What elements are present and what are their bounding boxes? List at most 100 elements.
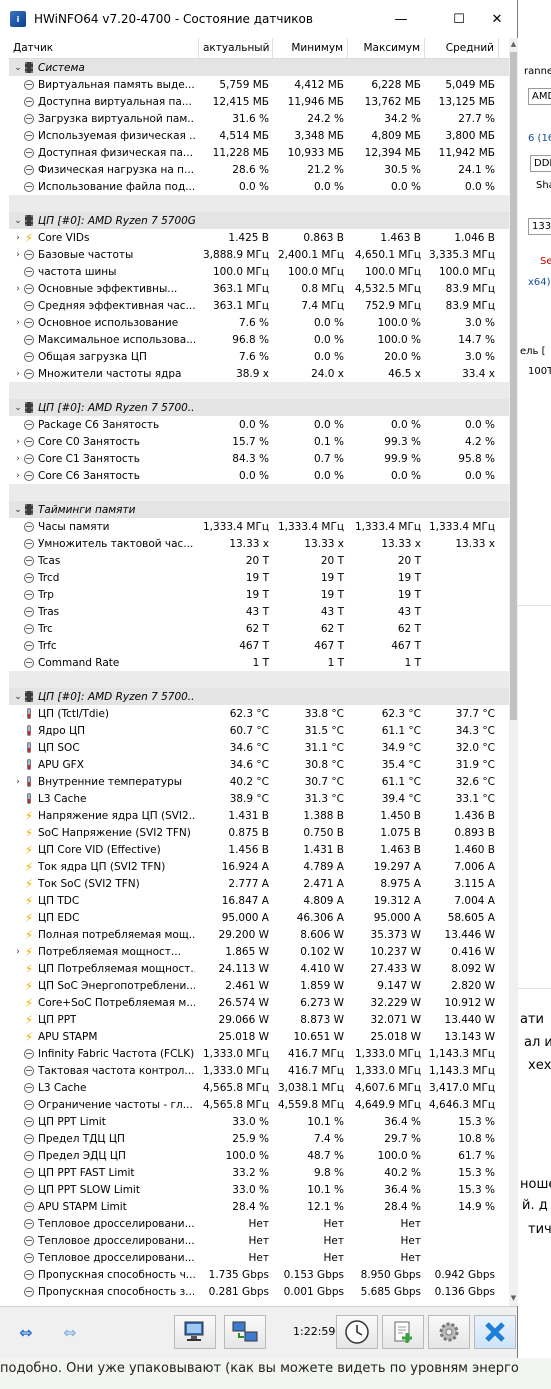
column-header-min[interactable]: Минимум bbox=[273, 38, 348, 58]
sensor-row[interactable]: › Core C6 Занятость 0.0 % 0.0 % 0.0 % 0.0 % bbox=[9, 467, 509, 484]
sensor-row[interactable]: Загрузка виртуальной пам... 31.6 % 24.2 % 3… bbox=[9, 110, 509, 127]
chevron-right-icon[interactable]: › bbox=[13, 250, 23, 260]
sensor-row[interactable]: Общая загрузка ЦП 7.6 % 0.0 % 20.0 % 3.0 % bbox=[9, 348, 509, 365]
column-header-current[interactable]: актуальный bbox=[199, 38, 273, 58]
title-bar[interactable]: i HWiNFO64 v7.20-4700 - Состояние датчик… bbox=[0, 0, 517, 38]
sensor-row[interactable]: ⚡ Напряжение ядра ЦП (SVI2... 1.431 В 1.388… bbox=[9, 807, 509, 824]
sensor-row[interactable]: › Базовые частоты 3,888.9 МГц 2,400.1 МГц 4,… bbox=[9, 246, 509, 263]
sensor-row[interactable]: Часы памяти 1,333.4 МГц 1,333.4 МГц 1,333.4… bbox=[9, 518, 509, 535]
sensor-row[interactable]: › ⚡ Потребляемая мощност... 1.865 W 0.102 W 1… bbox=[9, 943, 509, 960]
sensor-group-row[interactable]: ⌄ ЦП [#0]: AMD Ryzen 7 5700G bbox=[9, 212, 509, 229]
sensor-row[interactable]: › ⚡ Core VIDs 1.425 В 0.863 В 1.463 В 1.046 В bbox=[9, 229, 509, 246]
sensor-row[interactable]: Command Rate 1 T 1 T 1 T bbox=[9, 654, 509, 671]
sensor-row[interactable]: Тепловое дросселировани... Нет Нет Нет bbox=[9, 1249, 509, 1266]
sensor-row[interactable]: Виртуальная память выде... 5,759 МБ 4,412 … bbox=[9, 76, 509, 93]
chevron-down-icon[interactable]: ⌄ bbox=[13, 63, 23, 73]
sensor-row[interactable]: Пропускная способность з... 0.281 Gbps 0.0… bbox=[9, 1283, 509, 1300]
sensor-row[interactable]: Package C6 Занятость 0.0 % 0.0 % 0.0 % 0.0 % bbox=[9, 416, 509, 433]
chevron-right-icon[interactable]: › bbox=[13, 318, 23, 328]
nav-left-button[interactable]: ⇔ bbox=[6, 1315, 46, 1349]
connect-button[interactable] bbox=[224, 1315, 266, 1349]
vertical-scrollbar[interactable]: ▲ ▼ bbox=[509, 38, 518, 1306]
sensor-row[interactable]: ЦП PPT FAST Limit 33.2 % 9.8 % 40.2 % 15.3 % bbox=[9, 1164, 509, 1181]
chevron-right-icon[interactable]: › bbox=[13, 233, 23, 243]
clock-button[interactable] bbox=[336, 1315, 378, 1349]
nav-right-button[interactable]: ⇔ bbox=[50, 1315, 90, 1349]
column-header-max[interactable]: Максимум bbox=[348, 38, 425, 58]
sensor-row[interactable]: ЦП PPT SLOW Limit 33.0 % 10.1 % 36.4 % 15.3 … bbox=[9, 1181, 509, 1198]
sensor-row[interactable]: Тепловое дросселировани... Нет Нет Нет bbox=[9, 1232, 509, 1249]
scroll-down-arrow-icon[interactable]: ▼ bbox=[509, 1294, 518, 1304]
sensor-row[interactable]: ⚡ SoC Напряжение (SVI2 TFN) 0.875 В 0.750 В… bbox=[9, 824, 509, 841]
sensor-row[interactable]: Trp 19 T 19 T 19 T bbox=[9, 586, 509, 603]
sensor-row[interactable]: Максимальное использова... 96.8 % 0.0 % 100… bbox=[9, 331, 509, 348]
sensor-row[interactable]: Умножитель тактовой час... 13.33 x 13.33 x… bbox=[9, 535, 509, 552]
sensor-row[interactable]: ⚡ Ток ядра ЦП (SVI2 TFN) 16.924 A 4.789 A 19… bbox=[9, 858, 509, 875]
chevron-right-icon[interactable]: › bbox=[13, 454, 23, 464]
sensor-row[interactable]: › Множители частоты ядра 38.9 x 24.0 x 46.5 … bbox=[9, 365, 509, 382]
sensor-row[interactable]: Тактовая частота контрол... 1,333.0 МГц 41… bbox=[9, 1062, 509, 1079]
chevron-right-icon[interactable]: › bbox=[13, 947, 23, 957]
sensor-row[interactable]: Используемая физическая ... 4,514 МБ 3,348… bbox=[9, 127, 509, 144]
column-header-avg[interactable]: Средний bbox=[425, 38, 499, 58]
sensor-row[interactable]: ЦП PPT Limit 33.0 % 10.1 % 36.4 % 15.3 % bbox=[9, 1113, 509, 1130]
network-button[interactable] bbox=[174, 1315, 216, 1349]
sensor-row[interactable]: Использование файла под... 0.0 % 0.0 % 0.0 … bbox=[9, 178, 509, 195]
sensor-row[interactable]: Доступная физическая па... 11,228 МБ 10,93… bbox=[9, 144, 509, 161]
settings-button[interactable] bbox=[428, 1315, 470, 1349]
sensor-row[interactable]: частота шины 100.0 МГц 100.0 МГц 100.0 МГц 1… bbox=[9, 263, 509, 280]
add-report-button[interactable] bbox=[382, 1315, 424, 1349]
sensor-row[interactable]: ⚡ ЦП TDC 16.847 A 4.809 A 19.312 A 7.004 A bbox=[9, 892, 509, 909]
chevron-down-icon[interactable]: ⌄ bbox=[13, 692, 23, 702]
sensor-row[interactable]: Предел ЭДЦ ЦП 100.0 % 48.7 % 100.0 % 61.7 % bbox=[9, 1147, 509, 1164]
sensor-row[interactable]: › Основные эффективны... 363.1 МГц 0.8 МГц 4… bbox=[9, 280, 509, 297]
sensor-group-row[interactable]: ⌄ Тайминги памяти bbox=[9, 501, 509, 518]
sensor-row[interactable]: ⚡ Core+SoC Потребляемая м... 26.574 W 6.273… bbox=[9, 994, 509, 1011]
sensor-row[interactable]: Доступна виртуальная па... 12,415 МБ 11,94… bbox=[9, 93, 509, 110]
sensor-row[interactable]: Предел ТДЦ ЦП 25.9 % 7.4 % 29.7 % 10.8 % bbox=[9, 1130, 509, 1147]
sensor-row[interactable]: ⚡ ЦП Core VID (Effective) 1.456 В 1.431 В 1.… bbox=[9, 841, 509, 858]
sensor-row[interactable]: L3 Cache 38.9 °C 31.3 °C 39.4 °C 33.1 °C bbox=[9, 790, 509, 807]
scrollbar-thumb[interactable] bbox=[510, 52, 517, 720]
sensor-row[interactable]: ⚡ Полная потребляемая мощ... 29.200 W 8.606… bbox=[9, 926, 509, 943]
sensor-row[interactable]: Физическая нагрузка на п... 28.6 % 21.2 % 3… bbox=[9, 161, 509, 178]
sensor-row[interactable]: ЦП (Tctl/Tdie) 62.3 °C 33.8 °C 62.3 °C 37.7 … bbox=[9, 705, 509, 722]
sensor-row[interactable]: › Core C1 Занятость 84.3 % 0.7 % 99.9 % 95.8 … bbox=[9, 450, 509, 467]
chevron-down-icon[interactable]: ⌄ bbox=[13, 505, 23, 515]
sensor-row[interactable]: Тепловое дросселировани... Нет Нет Нет bbox=[9, 1215, 509, 1232]
sensor-row[interactable]: ⚡ Ток SoC (SVI2 TFN) 2.777 A 2.471 A 8.975 A… bbox=[9, 875, 509, 892]
sensor-row[interactable]: Tcas 20 T 20 T 20 T bbox=[9, 552, 509, 569]
chevron-right-icon[interactable]: › bbox=[13, 284, 23, 294]
sensor-row[interactable]: Trc 62 T 62 T 62 T bbox=[9, 620, 509, 637]
sensor-row[interactable]: Tras 43 T 43 T 43 T bbox=[9, 603, 509, 620]
chevron-down-icon[interactable]: ⌄ bbox=[13, 216, 23, 226]
sensor-row[interactable]: Trcd 19 T 19 T 19 T bbox=[9, 569, 509, 586]
sensor-row[interactable]: ⚡ ЦП Потребляемая мощност... 24.113 W 4.410… bbox=[9, 960, 509, 977]
sensor-row[interactable]: Trfc 467 T 467 T 467 T bbox=[9, 637, 509, 654]
sensor-row[interactable]: ⚡ ЦП EDC 95.000 A 46.306 A 95.000 A 58.605 A bbox=[9, 909, 509, 926]
sensor-row[interactable]: APU STAPM Limit 28.4 % 12.1 % 28.4 % 14.9 % bbox=[9, 1198, 509, 1215]
sensor-row[interactable]: › Основное использование 7.6 % 0.0 % 100.0 %… bbox=[9, 314, 509, 331]
sensor-row[interactable]: L3 Cache 4,565.8 МГц 3,038.1 МГц 4,607.6 МГ… bbox=[9, 1079, 509, 1096]
scroll-up-arrow-icon[interactable]: ▲ bbox=[509, 40, 518, 50]
sensor-group-row[interactable]: ⌄ ЦП [#0]: AMD Ryzen 7 5700... bbox=[9, 399, 509, 416]
chevron-right-icon[interactable]: › bbox=[13, 437, 23, 447]
sensor-row[interactable]: › Core C0 Занятость 15.7 % 0.1 % 99.3 % 4.2 % bbox=[9, 433, 509, 450]
chevron-right-icon[interactable]: › bbox=[13, 777, 23, 787]
sensor-row[interactable]: ⚡ ЦП SoC Энергопотреблени... 2.461 W 1.859 … bbox=[9, 977, 509, 994]
sensor-row[interactable]: Infinity Fabric Частота (FCLK) 1,333.0 МГ… bbox=[9, 1045, 509, 1062]
sensor-row[interactable]: ЦП SOC 34.6 °C 31.1 °C 34.9 °C 32.0 °C bbox=[9, 739, 509, 756]
sensor-row[interactable]: › Внутренние температуры 40.2 °C 30.7 °C 61.… bbox=[9, 773, 509, 790]
sensor-group-row[interactable]: ⌄ ЦП [#0]: AMD Ryzen 7 5700... bbox=[9, 688, 509, 705]
minimize-button[interactable]: — bbox=[378, 0, 424, 38]
sensor-row[interactable]: Средняя эффективная час... 363.1 МГц 7.4 М… bbox=[9, 297, 509, 314]
chevron-down-icon[interactable]: ⌄ bbox=[13, 403, 23, 413]
sensor-row[interactable]: APU GFX 34.6 °C 30.8 °C 35.4 °C 31.9 °C bbox=[9, 756, 509, 773]
chevron-right-icon[interactable]: › bbox=[13, 369, 23, 379]
sensor-group-row[interactable]: ⌄ Система bbox=[9, 59, 509, 76]
close-window-button[interactable]: ✕ bbox=[474, 0, 520, 38]
sensor-row[interactable]: Ограничение частоты - гл... 4,565.8 МГц 4,… bbox=[9, 1096, 509, 1113]
sensor-row[interactable]: ⚡ APU STAPM 25.018 W 10.651 W 25.018 W 13.143… bbox=[9, 1028, 509, 1045]
sensor-row[interactable]: ⚡ ЦП PPT 29.066 W 8.873 W 32.071 W 13.440 W bbox=[9, 1011, 509, 1028]
chevron-right-icon[interactable]: › bbox=[13, 471, 23, 481]
